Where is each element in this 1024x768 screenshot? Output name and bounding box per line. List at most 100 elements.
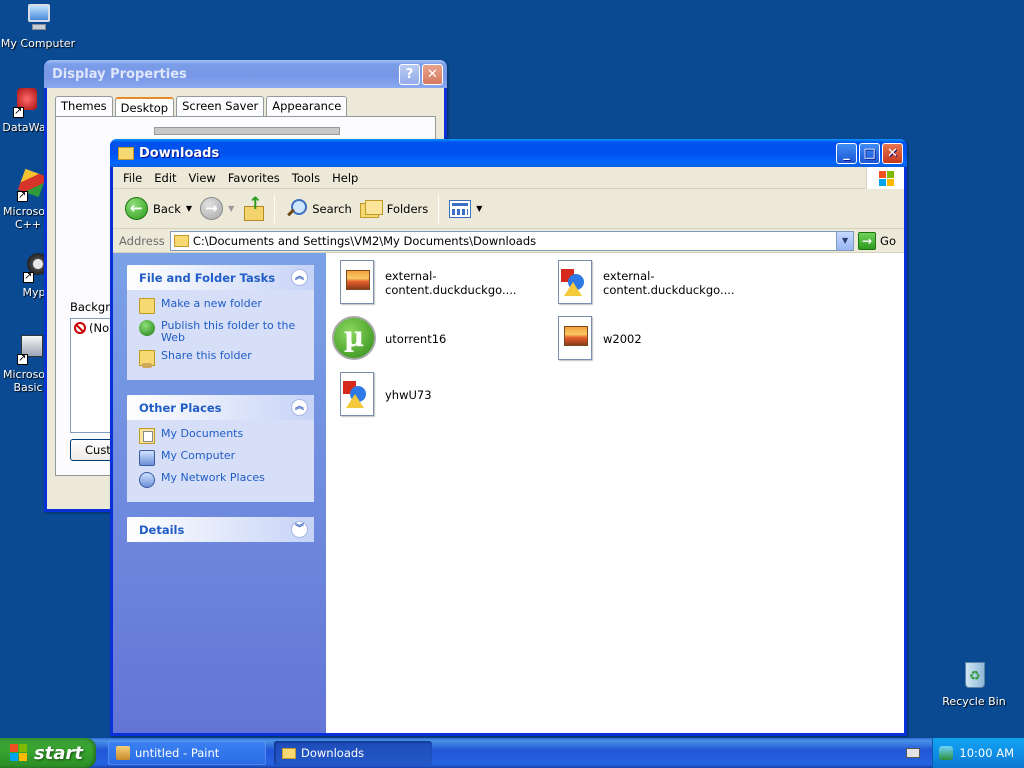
downloads-titlebar[interactable]: Downloads _ □ ✕ — [110, 139, 907, 167]
close-button[interactable]: ✕ — [422, 63, 443, 85]
file-folder-tasks-header[interactable]: File and Folder Tasks ︽ — [127, 265, 314, 290]
up-folder-button[interactable] — [238, 194, 268, 222]
link-label: Share this folder — [161, 349, 252, 362]
file-item[interactable]: w2002 — [554, 316, 769, 362]
jpg-image-icon — [336, 260, 378, 306]
menu-edit[interactable]: Edit — [148, 169, 182, 187]
chevron-down-icon: ▼ — [228, 204, 235, 213]
my-computer-link[interactable]: My Computer — [139, 450, 304, 466]
file-name: utorrent16 — [385, 332, 447, 346]
other-places-header[interactable]: Other Places ︽ — [127, 395, 314, 420]
taskbar-button-paint[interactable]: untitled - Paint — [108, 741, 266, 765]
folders-button[interactable]: Folders — [356, 198, 433, 220]
my-computer-icon — [139, 450, 155, 466]
my-documents-link[interactable]: My Documents — [139, 428, 304, 444]
share-folder-link[interactable]: Share this folder — [139, 349, 304, 368]
address-input[interactable]: C:\Documents and Settings\VM2\My Documen… — [169, 230, 855, 251]
file-item[interactable]: µ utorrent16 — [332, 316, 547, 362]
views-icon — [449, 199, 472, 218]
back-label: Back — [153, 201, 181, 216]
clock[interactable]: 10:00 AM — [959, 746, 1014, 760]
collapse-icon[interactable]: ︽ — [291, 269, 308, 286]
help-button[interactable]: ? — [399, 63, 420, 85]
chevron-down-icon: ▼ — [476, 204, 483, 213]
shortcut-arrow-icon — [23, 270, 34, 283]
tab-themes[interactable]: Themes — [55, 96, 113, 116]
visual-cpp-icon — [11, 168, 47, 202]
tab-screen-saver[interactable]: Screen Saver — [176, 96, 265, 116]
file-item[interactable]: external-content.duckduckgo.... — [554, 260, 769, 306]
recycle-bin-icon: ♻ — [957, 660, 991, 692]
task-label: untitled - Paint — [135, 746, 220, 760]
link-label: Make a new folder — [161, 297, 262, 310]
forward-button[interactable]: ▼ — [196, 195, 238, 222]
file-item[interactable]: yhwU73 — [336, 372, 551, 418]
menu-help[interactable]: Help — [326, 169, 364, 187]
go-button[interactable]: → Go — [858, 231, 902, 250]
toolbar-separator — [438, 194, 440, 223]
image-file-icon — [554, 260, 596, 306]
visual-basic-icon — [11, 333, 45, 365]
back-arrow-icon — [125, 197, 148, 220]
computer-icon — [21, 2, 55, 34]
up-folder-icon — [242, 194, 265, 221]
explorer-body: File and Folder Tasks ︽ Make a new folde… — [113, 253, 904, 733]
keyboard-icon[interactable] — [906, 748, 920, 758]
views-button[interactable]: ▼ — [445, 198, 486, 220]
menu-view[interactable]: View — [183, 169, 222, 187]
desktop-icon-recycle-bin[interactable]: ♻ Recycle Bin — [936, 660, 1012, 708]
standard-toolbar: Back ▼ ▼ Search Folders ▼ — [113, 189, 904, 229]
display-properties-titlebar[interactable]: Display Properties ? ✕ — [44, 60, 447, 88]
datawa-icon — [7, 86, 41, 118]
downloads-window[interactable]: Downloads _ □ ✕ File Edit View Favorites… — [110, 139, 907, 736]
publish-web-icon — [139, 320, 155, 336]
minimize-button[interactable]: _ — [836, 142, 857, 164]
file-item[interactable]: external-content.duckduckgo.... — [336, 260, 551, 306]
taskbar-button-downloads[interactable]: Downloads — [274, 741, 432, 765]
make-new-folder-link[interactable]: Make a new folder — [139, 298, 304, 314]
my-network-places-link[interactable]: My Network Places — [139, 472, 304, 488]
collapse-icon[interactable]: ︽ — [291, 399, 308, 416]
task-pane: File and Folder Tasks ︽ Make a new folde… — [113, 253, 326, 733]
network-places-icon — [139, 472, 155, 488]
folder-icon — [173, 234, 189, 247]
menu-file[interactable]: File — [117, 169, 148, 187]
tab-appearance[interactable]: Appearance — [266, 96, 348, 116]
expand-icon[interactable]: ︾ — [291, 521, 308, 538]
close-button[interactable]: ✕ — [882, 142, 903, 164]
file-list[interactable]: external-content.duckduckgo.... external… — [326, 253, 904, 733]
desktop-icon-my-computer[interactable]: My Computer — [0, 2, 76, 50]
details-header[interactable]: Details ︾ — [127, 517, 314, 542]
address-dropdown-button[interactable]: ▼ — [836, 231, 854, 250]
start-button[interactable]: start — [0, 738, 96, 768]
folders-label: Folders — [386, 201, 429, 216]
none-icon — [74, 322, 86, 334]
new-folder-icon — [139, 298, 155, 314]
tab-desktop[interactable]: Desktop — [114, 97, 175, 117]
file-name: external-content.duckduckgo.... — [385, 269, 517, 297]
shortcut-arrow-icon — [13, 105, 24, 118]
menu-favorites[interactable]: Favorites — [222, 169, 286, 187]
start-label: start — [34, 742, 83, 764]
taskbar: start untitled - Paint Downloads 10:00 A… — [0, 738, 1024, 768]
back-button[interactable]: Back ▼ — [121, 195, 196, 222]
network-tray-icon[interactable] — [939, 746, 954, 760]
search-button[interactable]: Search — [281, 196, 356, 222]
address-label: Address — [119, 233, 165, 248]
panel-title: File and Folder Tasks — [139, 270, 276, 285]
task-label: Downloads — [301, 746, 365, 760]
my-documents-icon — [139, 428, 155, 444]
shortcut-arrow-icon — [17, 352, 28, 365]
shortcut-arrow-icon — [17, 189, 28, 202]
toolbar-separator — [274, 194, 276, 223]
publish-folder-link[interactable]: Publish this folder to the Web — [139, 320, 304, 344]
address-bar: Address C:\Documents and Settings\VM2\My… — [113, 229, 904, 253]
file-name: yhwU73 — [385, 388, 432, 402]
link-label: My Documents — [161, 427, 244, 440]
system-tray: 10:00 AM — [932, 738, 1024, 768]
maximize-button[interactable]: □ — [859, 142, 880, 164]
forward-arrow-icon — [200, 197, 224, 220]
window-title: Downloads — [139, 145, 220, 161]
menu-tools[interactable]: Tools — [286, 169, 326, 187]
desktop-icon-label: Recycle Bin — [942, 695, 1006, 708]
